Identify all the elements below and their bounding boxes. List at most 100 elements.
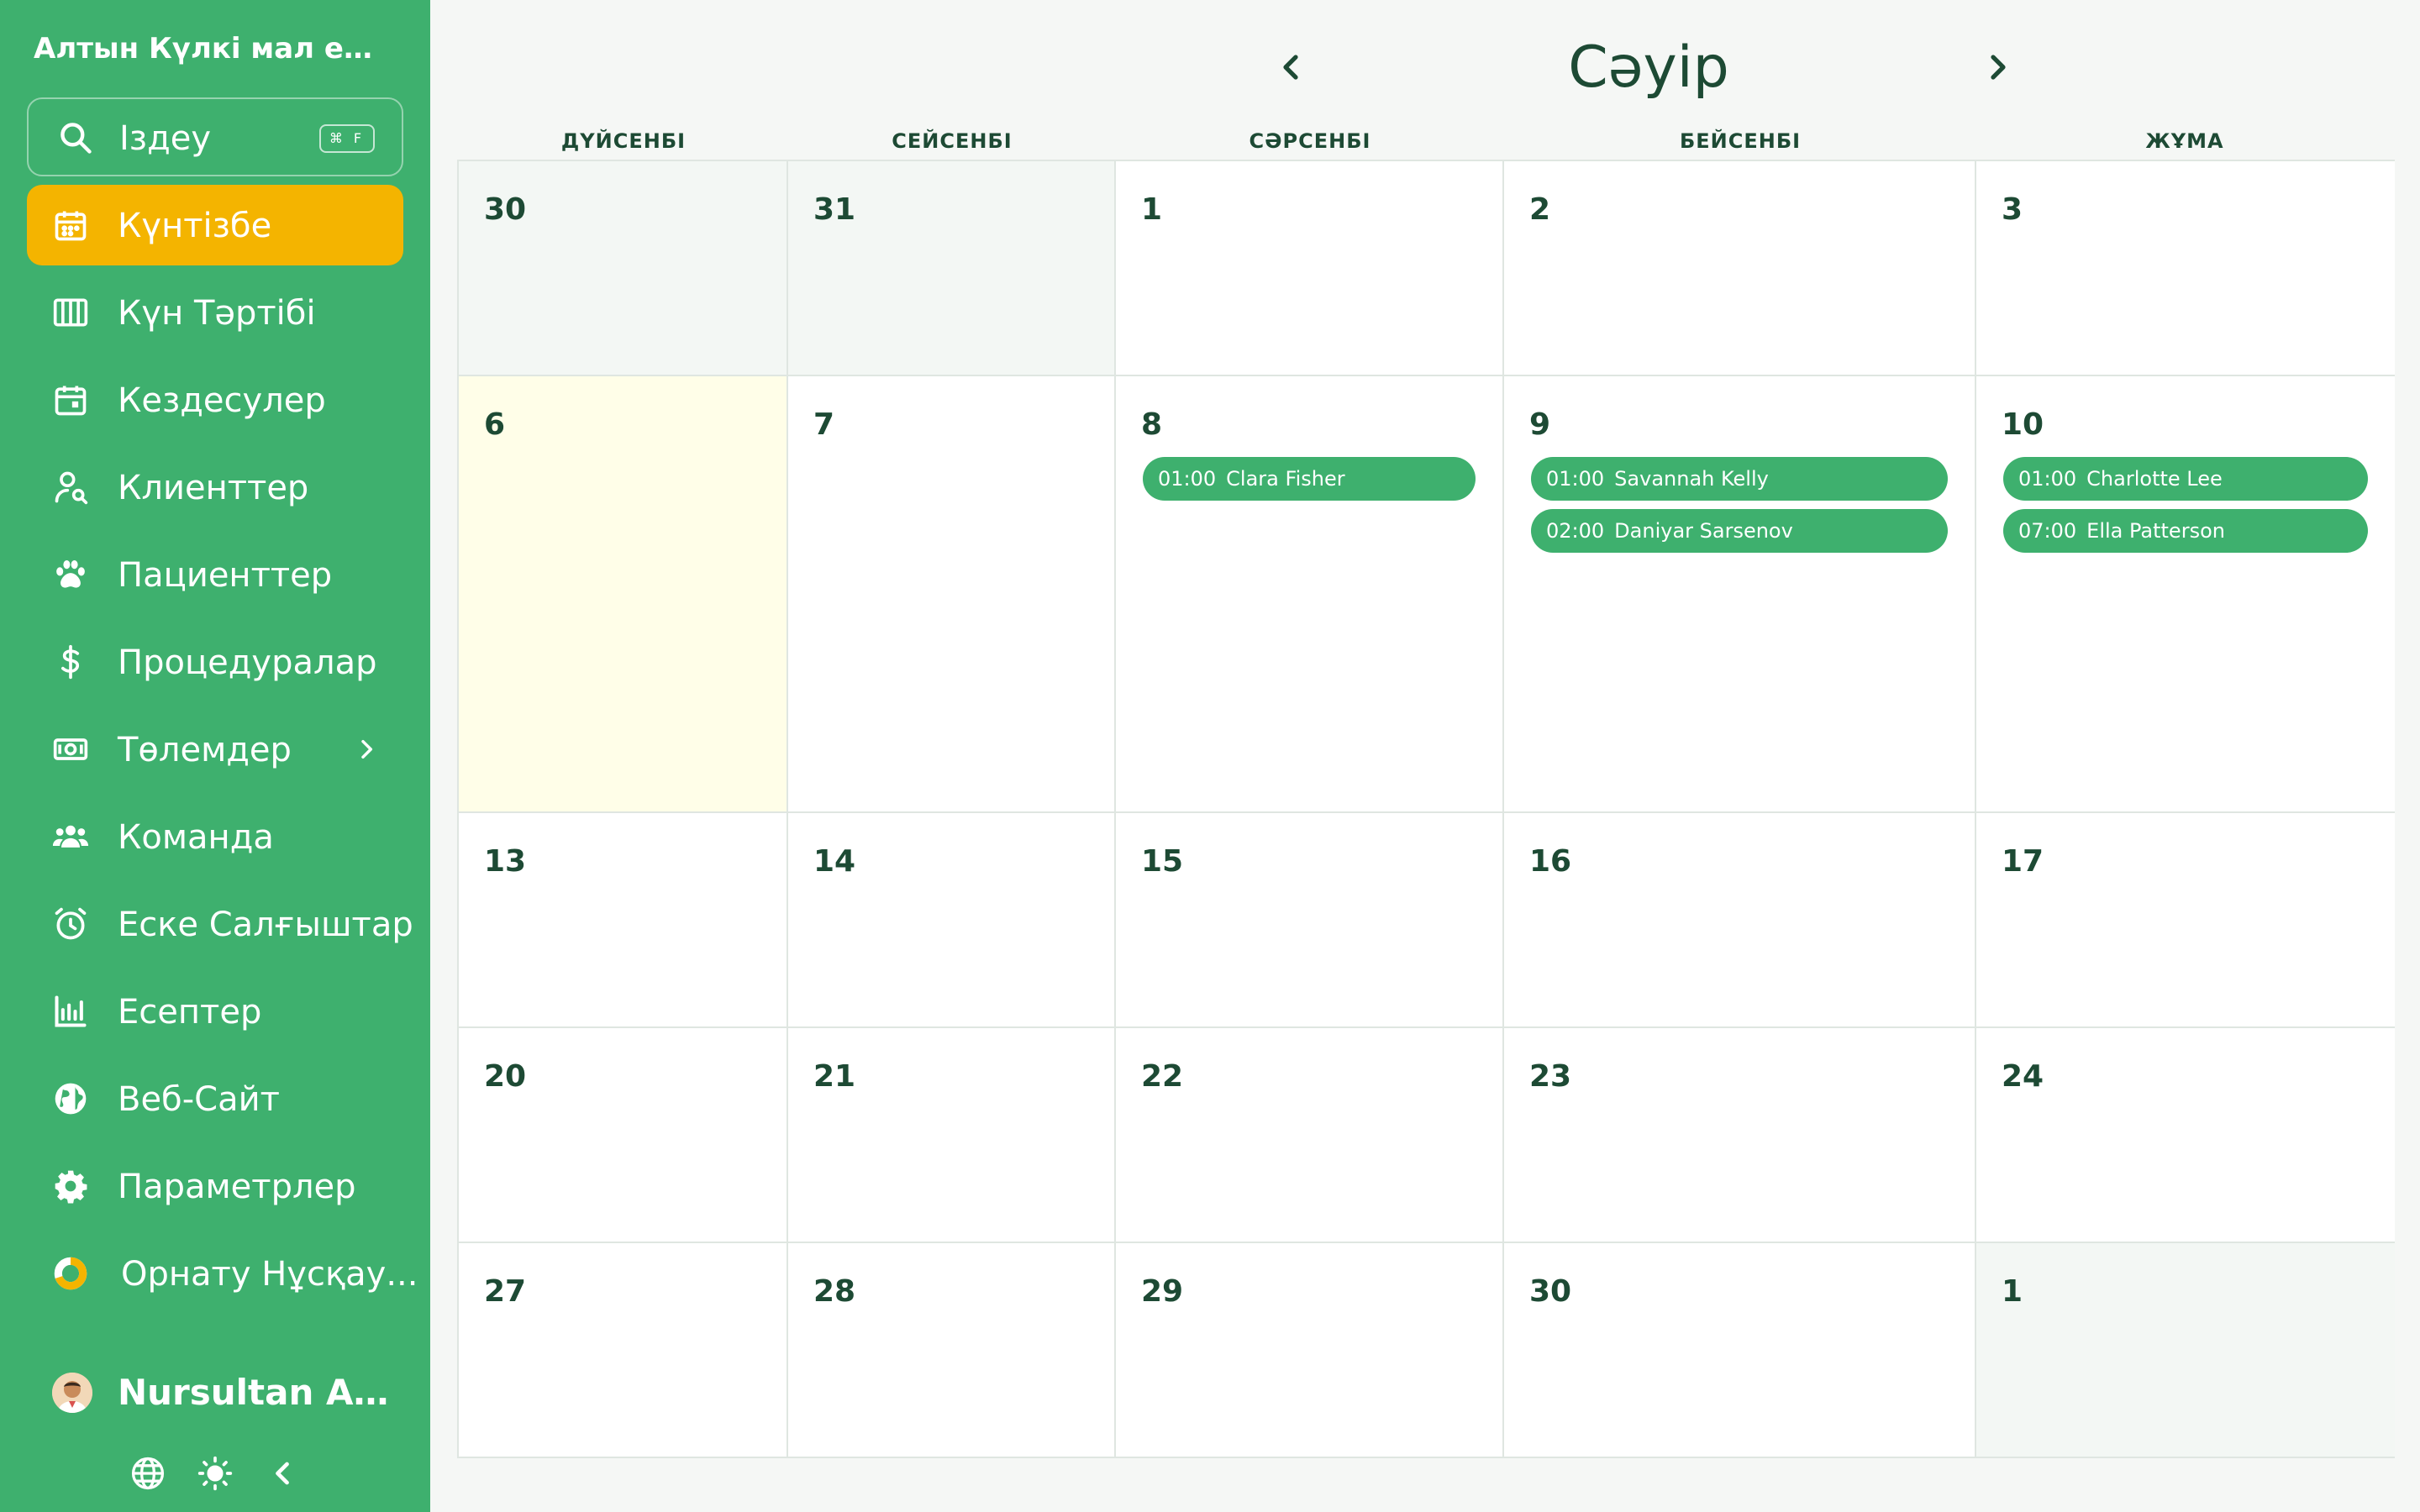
alarm-icon <box>55 907 87 940</box>
next-month-button[interactable] <box>1978 47 2018 87</box>
day-number: 14 <box>813 844 856 879</box>
sidebar-item-label: Кездесулер <box>118 381 326 420</box>
day-cell[interactable]: 7 <box>788 376 1116 813</box>
dollar-icon <box>61 644 80 680</box>
user-profile[interactable]: Nursultan Akh... <box>27 1354 403 1435</box>
day-cell[interactable]: 1 <box>1116 161 1504 376</box>
appointment-pill[interactable]: 07:00 Ella Patterson <box>2003 509 2368 553</box>
calendar-check-icon <box>55 386 87 416</box>
sidebar-item-clients[interactable]: Клиенттер <box>27 447 403 528</box>
columns-icon <box>53 298 88 327</box>
progress-ring-icon <box>54 1257 87 1290</box>
sidebar-item-website[interactable]: Веб-Сайт <box>27 1058 403 1139</box>
day-number: 27 <box>484 1274 527 1309</box>
day-cell[interactable]: 2 <box>1504 161 1976 376</box>
day-number: 29 <box>1141 1274 1184 1309</box>
day-cell[interactable]: 14 <box>788 813 1116 1028</box>
banknote-icon <box>53 738 88 760</box>
day-cell[interactable]: 22 <box>1116 1028 1504 1243</box>
sidebar-item-label: Күн Тәртібі <box>118 294 316 333</box>
month-title: Сәуір <box>1568 34 1729 101</box>
appointment-pill[interactable]: 01:00 Savannah Kelly <box>1531 457 1948 501</box>
sidebar-item-label: Команда <box>118 818 274 857</box>
day-cell[interactable]: 1 <box>1976 1243 2395 1457</box>
weekday-label: ЖҰМА <box>2145 129 2224 153</box>
sidebar-item-team[interactable]: Команда <box>27 796 403 877</box>
previous-month-button[interactable] <box>1270 47 1311 87</box>
sidebar-item-reminders[interactable]: Еске Салғыштар <box>27 884 413 964</box>
day-number: 9 <box>1529 407 1551 442</box>
day-cell[interactable]: 21 <box>788 1028 1116 1243</box>
gear-icon <box>55 1170 87 1204</box>
day-cell[interactable]: 20 <box>459 1028 788 1243</box>
day-cell[interactable]: 23 <box>1504 1028 1976 1243</box>
day-number: 1 <box>2002 1274 2023 1309</box>
appointment-pill[interactable]: 01:00 Clara Fisher <box>1143 457 1476 501</box>
sidebar-item-label: Параметрлер <box>118 1168 356 1206</box>
bar-chart-icon <box>55 995 87 1027</box>
sidebar-item-appointments[interactable]: Кездесулер <box>27 360 403 440</box>
day-cell[interactable]: 30 <box>459 161 788 376</box>
day-cell[interactable]: 17 <box>1976 813 2395 1028</box>
calendar-grid: 30 31 1 2 3 6 7 8 01:00 Clara Fisher 9 01… <box>457 160 2395 1458</box>
sidebar-item-label: Еске Салғыштар <box>118 906 413 944</box>
day-cell[interactable]: 9 01:00 Savannah Kelly 02:00 Daniyar Sarse… <box>1504 376 1976 813</box>
appointment-time: 02:00 <box>1546 519 1605 543</box>
day-number: 30 <box>484 192 527 227</box>
sidebar-item-label: Пациенттер <box>118 556 333 595</box>
day-cell[interactable]: 28 <box>788 1243 1116 1457</box>
sidebar-item-payments[interactable]: Төлемдер <box>27 709 403 790</box>
collapse-sidebar-icon[interactable] <box>264 1455 301 1492</box>
appointment-pill[interactable]: 02:00 Daniyar Sarsenov <box>1531 509 1948 553</box>
appointment-title: Ella Patterson <box>2086 519 2225 543</box>
day-cell[interactable]: 29 <box>1116 1243 1504 1457</box>
sidebar-item-calendar[interactable]: Күнтізбе <box>27 185 403 265</box>
day-number: 1 <box>1141 192 1163 227</box>
sun-icon[interactable] <box>197 1455 234 1492</box>
day-cell[interactable]: 15 <box>1116 813 1504 1028</box>
day-cell[interactable]: 8 01:00 Clara Fisher <box>1116 376 1504 813</box>
appointment-time: 01:00 <box>2018 467 2077 491</box>
day-cell[interactable]: 24 <box>1976 1028 2395 1243</box>
day-number: 17 <box>2002 844 2044 879</box>
day-number: 23 <box>1529 1059 1572 1094</box>
sidebar-item-setup-guide[interactable]: Орнату Нұсқау... <box>27 1233 418 1314</box>
appointment-title: Daniyar Sarsenov <box>1614 519 1793 543</box>
day-number: 30 <box>1529 1274 1572 1309</box>
organization-name[interactable]: Алтын Күлкі мал ем... <box>34 27 378 71</box>
calendar-icon <box>55 211 87 241</box>
sidebar-item-settings[interactable]: Параметрлер <box>27 1146 403 1226</box>
day-cell[interactable]: 16 <box>1504 813 1976 1028</box>
sidebar-item-procedures[interactable]: Процедуралар <box>27 622 403 702</box>
sidebar-item-label: Процедуралар <box>118 643 377 682</box>
day-number: 10 <box>2002 407 2044 442</box>
sidebar-item-patients[interactable]: Пациенттер <box>27 534 403 615</box>
day-cell[interactable]: 31 <box>788 161 1116 376</box>
sidebar-item-label: Орнату Нұсқау... <box>121 1255 418 1294</box>
day-cell[interactable]: 27 <box>459 1243 788 1457</box>
weekday-label: СЕЙСЕНБІ <box>892 129 1013 153</box>
day-number: 13 <box>484 844 527 879</box>
avatar-image <box>52 1373 92 1413</box>
day-cell[interactable]: 13 <box>459 813 788 1028</box>
weekday-label: БЕЙСЕНБІ <box>1679 129 1802 153</box>
appointment-pill[interactable]: 01:00 Charlotte Lee <box>2003 457 2368 501</box>
day-number: 3 <box>2002 192 2023 227</box>
weekday-header: ДҮЙСЕНБІ СЕЙСЕНБІ СӘРСЕНБІ БЕЙСЕНБІ ЖҰМА <box>0 124 2420 158</box>
calendar-header: Сәуір <box>430 0 2420 134</box>
day-cell[interactable]: 10 01:00 Charlotte Lee 07:00 Ella Patterso… <box>1976 376 2395 813</box>
globe-icon <box>55 1083 87 1115</box>
sidebar-item-label: Веб-Сайт <box>118 1080 280 1119</box>
user-search-icon <box>55 471 88 505</box>
globe-icon[interactable] <box>129 1455 166 1492</box>
avatar <box>52 1373 92 1413</box>
appointment-time: 01:00 <box>1158 467 1217 491</box>
day-cell[interactable]: 3 <box>1976 161 2395 376</box>
day-cell[interactable]: 30 <box>1504 1243 1976 1457</box>
appointment-title: Charlotte Lee <box>2086 467 2223 491</box>
sidebar: Алтын Күлкі мал ем... Іздеу ⌘ F Күнтізбе… <box>0 0 430 1512</box>
day-number: 31 <box>813 192 856 227</box>
sidebar-item-schedule[interactable]: Күн Тәртібі <box>27 272 403 353</box>
sidebar-item-reports[interactable]: Есептер <box>27 971 403 1052</box>
day-cell-today[interactable]: 6 <box>459 376 788 813</box>
